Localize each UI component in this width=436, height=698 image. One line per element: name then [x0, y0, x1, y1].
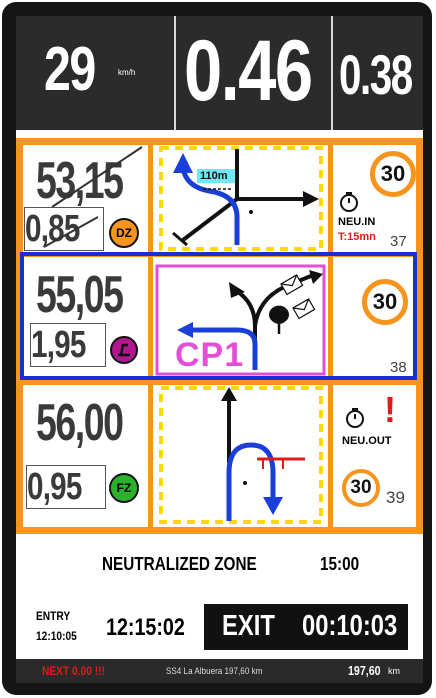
cap-value: 0.38: [339, 43, 413, 106]
total-distance: 56,00: [36, 394, 124, 452]
speed-readout: 29 km/h: [16, 16, 176, 130]
top-readout-bar: 29 km/h 0.46 0.38: [16, 16, 423, 130]
zone-badge: FZ: [109, 473, 139, 503]
stopwatch-icon: [346, 408, 364, 428]
device-frame: 29 km/h 0.46 0.38 53,15 0,85 DZ 110m 30 …: [2, 2, 432, 695]
strikethrough-mark: [51, 146, 143, 208]
zone-badge-label: FZ: [116, 481, 132, 495]
zone-badge-label: DZ: [116, 226, 132, 240]
tulip-diagram: [153, 385, 328, 527]
current-clock: 12:15:02: [106, 614, 185, 641]
odometer-unit: km: [388, 666, 400, 676]
tulip-diagram: 110m: [153, 145, 328, 252]
neutralized-zone-title: NEUTRALIZED ZONE: [102, 554, 257, 574]
active-row-highlight: [20, 252, 417, 380]
exit-countdown-box[interactable]: EXIT 00:10:03: [204, 604, 408, 650]
exit-label: EXIT: [222, 610, 275, 642]
note-number: 37: [390, 233, 407, 250]
partial-distance-readout[interactable]: 0.46: [176, 16, 333, 130]
speed-limit-sign: 30: [342, 469, 380, 507]
note-number: 39: [386, 488, 405, 508]
warning-icon: !: [384, 389, 396, 430]
next-alert: NEXT 0.00 !!!: [42, 664, 105, 678]
neutralized-zone-panel: NEUTRALIZED ZONE 15:00 ENTRY 12:10:05 12…: [16, 534, 423, 659]
stopwatch-icon: [340, 192, 358, 212]
zone-exit-label: NEU.OUT: [342, 435, 392, 447]
zone-entry-label: NEU.IN: [338, 216, 376, 228]
exit-countdown: 00:10:03: [302, 610, 398, 642]
neutralized-zone-duration: 15:00: [320, 554, 360, 574]
roadbook-panel: 53,15 0,85 DZ 110m 30 NEU.IN T:15mn 37 5…: [16, 130, 423, 534]
speed-unit: km/h: [118, 68, 136, 77]
stage-label: SS4 La Albuera 197,60 km: [166, 666, 263, 676]
roadbook-row-39[interactable]: 56,00 0,95 FZ ! NEU.OUT 30 39: [16, 385, 423, 527]
partial-distance: 0,95: [26, 465, 106, 509]
status-bar: NEXT 0.00 !!! SS4 La Albuera 197,60 km 1…: [16, 659, 423, 683]
odometer-value[interactable]: 197,60: [348, 663, 381, 678]
entry-time: 12:10:05: [36, 629, 77, 643]
partial-distance-value: 0.46: [184, 23, 313, 119]
cap-readout[interactable]: 0.38: [333, 16, 423, 130]
strikethrough-mark: [43, 216, 99, 248]
roadbook-row-37[interactable]: 53,15 0,85 DZ 110m 30 NEU.IN T:15mn 37: [16, 145, 423, 252]
entry-label: ENTRY: [36, 609, 71, 623]
partial-distance-value: 0,95: [27, 466, 82, 508]
roadbook-screen: 29 km/h 0.46 0.38 53,15 0,85 DZ 110m 30 …: [16, 16, 423, 683]
zone-timer: T:15mn: [338, 231, 376, 243]
zone-badge: DZ: [109, 218, 139, 248]
distance-label: 110m: [200, 170, 228, 182]
speed-value: 29: [44, 35, 96, 104]
speed-limit-sign: 30: [370, 151, 416, 197]
